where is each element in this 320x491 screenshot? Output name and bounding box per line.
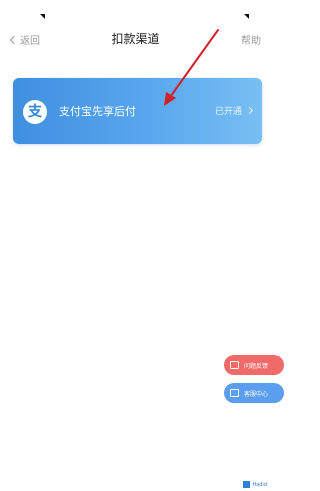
service-label: 客服中心 — [244, 390, 269, 398]
chevron-left-icon — [9, 35, 19, 44]
payment-channel-card[interactable]: 支 支付宝先享后付 已开通 — [13, 78, 262, 144]
watermark-logo-icon — [243, 481, 251, 488]
chevron-right-icon — [245, 106, 254, 115]
watermark: Hadid — [243, 481, 267, 488]
help-button[interactable]: 帮助 — [241, 32, 261, 47]
channel-label: 支付宝先享后付 — [59, 105, 136, 118]
annotation-arrow — [164, 29, 219, 106]
service-icon — [230, 389, 239, 397]
navigation-bar: 返回 扣款渠道 帮助 — [0, 28, 271, 50]
page-title: 扣款渠道 — [111, 32, 160, 46]
alipay-icon: 支 — [23, 100, 47, 124]
watermark-text: Hadid — [252, 481, 267, 488]
service-float-button[interactable]: 客服中心 — [224, 383, 284, 403]
feedback-float-button[interactable]: 问题反馈 — [224, 355, 284, 375]
feedback-icon — [230, 361, 239, 369]
channel-status: 已开通 — [214, 104, 254, 117]
back-label: 返回 — [20, 36, 40, 47]
status-bar-indicator-right — [244, 14, 249, 19]
back-button[interactable]: 返回 — [9, 32, 40, 47]
status-bar-indicator-left — [40, 14, 45, 19]
channel-status-text: 已开通 — [214, 107, 242, 117]
feedback-label: 问题反馈 — [244, 362, 269, 370]
